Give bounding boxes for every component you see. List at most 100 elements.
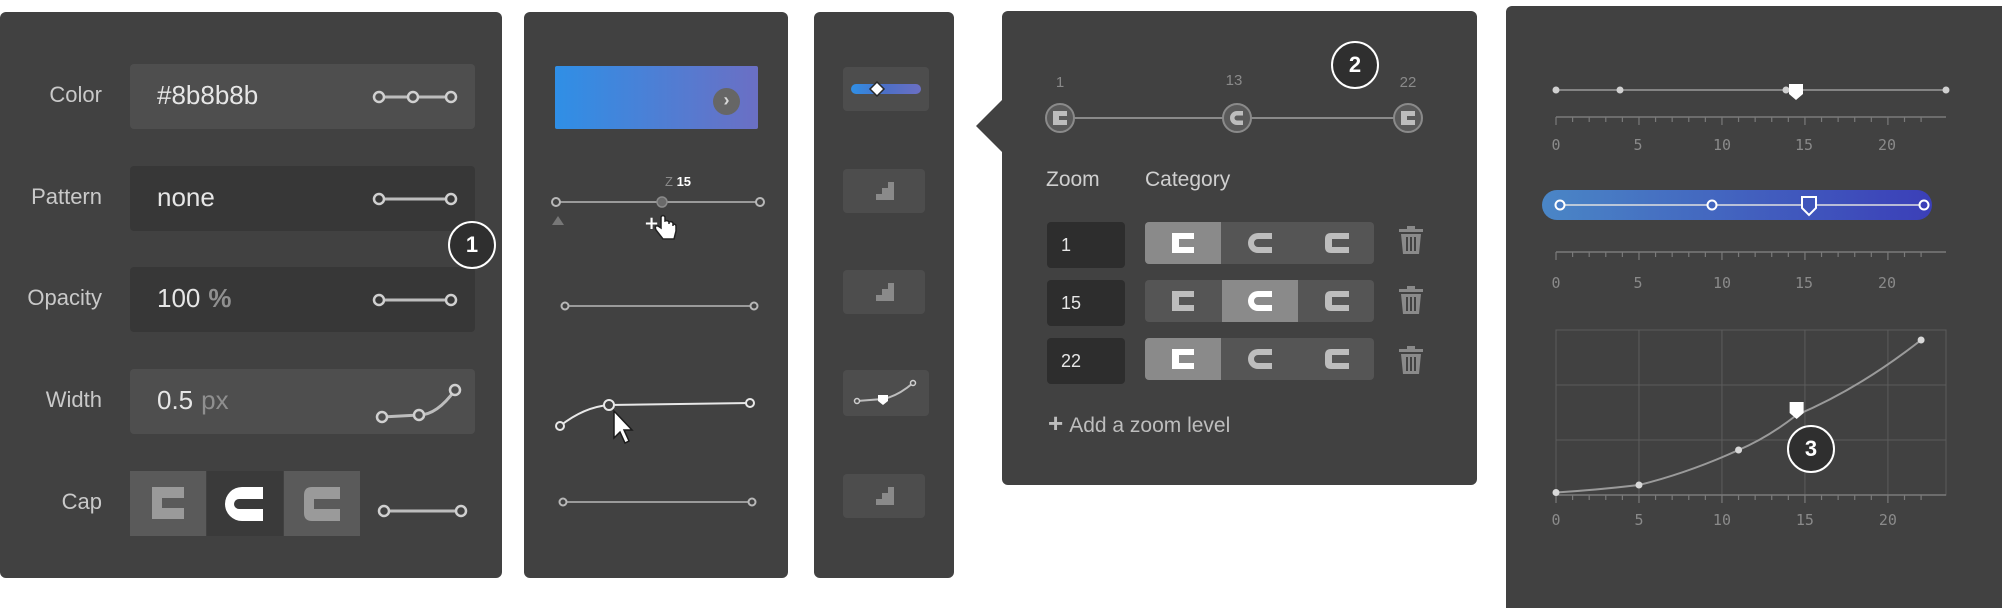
cap-square-option[interactable] (1299, 222, 1374, 264)
stop-label: 22 (1400, 74, 1417, 91)
cap-round-option[interactable] (207, 471, 283, 536)
callout-badge-1: 1 (448, 221, 496, 269)
gradient-stops-slider[interactable]: 0 5 10 15 20 (1546, 190, 1966, 300)
tick-label: 15 (1795, 274, 1813, 292)
zoom-function-toggle-icon[interactable] (370, 190, 460, 208)
cap-round-option[interactable] (1222, 338, 1298, 380)
tick-marks (1555, 252, 1922, 260)
cap-square-option[interactable] (284, 471, 360, 536)
tick-label: 5 (1634, 511, 1643, 529)
round-cap-icon (1248, 233, 1272, 253)
multi-stop-toggle-icon[interactable] (370, 88, 460, 106)
opacity-label: Opacity (27, 285, 102, 310)
cap-category-control (1145, 280, 1374, 322)
cap-slider[interactable] (558, 496, 759, 508)
gradient-stop-button[interactable] (843, 67, 929, 111)
steps-icon (876, 182, 894, 200)
cap-square-option[interactable] (1299, 280, 1374, 322)
cap-round-option[interactable] (1222, 280, 1298, 322)
pattern-value: none (157, 182, 215, 212)
zoom-stops-timeline[interactable]: 1 13 22 (1042, 72, 1442, 153)
chart-point[interactable] (1635, 481, 1643, 489)
square-cap-icon (1325, 233, 1349, 253)
plus-icon: + (1048, 408, 1064, 438)
round-cap-icon (1248, 349, 1272, 369)
tick-label: 10 (1713, 136, 1731, 154)
zoom-stop-slider[interactable]: + (551, 195, 765, 255)
cap-butt-option[interactable] (130, 471, 206, 536)
curve-function-button[interactable] (843, 370, 929, 416)
pattern-field[interactable]: none (130, 166, 475, 231)
butt-cap-icon (1172, 291, 1194, 311)
zoom-tooltip-value: 15 (676, 174, 692, 189)
stop-marker[interactable] (1045, 103, 1075, 133)
zoom-stops-slider[interactable]: 0 5 10 15 20 (1546, 70, 1966, 160)
cap-butt-option[interactable] (1145, 280, 1221, 322)
stop-marker[interactable] (1222, 103, 1252, 133)
cap-label: Cap (61, 489, 102, 514)
width-field[interactable]: 0.5 px (130, 369, 475, 434)
chart-handle[interactable] (1789, 402, 1804, 419)
width-curve-editor[interactable] (554, 387, 764, 447)
gradient-preview[interactable]: › (555, 66, 758, 129)
opacity-value-wrap: 100% (157, 283, 232, 314)
tick-label: 0 (1551, 136, 1560, 154)
cap-square-option[interactable] (1299, 338, 1374, 380)
tick-label: 10 (1713, 511, 1731, 529)
zoom-function-toggle-icon[interactable] (370, 291, 460, 309)
width-unit: px (201, 385, 229, 415)
zoom-input[interactable]: 22 (1047, 338, 1125, 384)
opacity-slider[interactable] (560, 300, 761, 312)
stop-label: 13 (1226, 72, 1243, 89)
zoom-column-header: Zoom (1046, 168, 1100, 191)
width-label: Width (45, 387, 102, 412)
tick-label: 20 (1878, 274, 1896, 292)
callout-badge-3: 3 (1787, 425, 1835, 473)
stop-marker[interactable] (1393, 103, 1423, 133)
step-function-button[interactable] (843, 169, 925, 213)
chart-points (1552, 336, 1925, 496)
tick-label: 15 (1796, 511, 1814, 529)
cap-round-option[interactable] (1222, 222, 1298, 264)
trash-icon[interactable] (1399, 346, 1423, 374)
cap-butt-option[interactable] (1145, 222, 1221, 264)
butt-cap-icon (1172, 233, 1194, 253)
trash-icon[interactable] (1399, 286, 1423, 314)
tick-label: 5 (1633, 136, 1642, 154)
tick-label: 20 (1878, 136, 1896, 154)
opacity-field[interactable]: 100% (130, 267, 475, 332)
step-function-button[interactable] (843, 474, 925, 518)
curve-function-toggle-icon[interactable] (375, 381, 465, 425)
zoom-function-graph-panel: 0 5 10 15 20 0 5 10 15 20 0 5 10 15 20 (1506, 6, 2002, 608)
steps-icon (876, 487, 894, 505)
tick-label: 0 (1551, 511, 1560, 529)
color-field[interactable]: #8b8b8b (130, 64, 475, 129)
zoom-input[interactable]: 15 (1047, 280, 1125, 326)
cap-butt-option[interactable] (1145, 338, 1221, 380)
color-label: Color (49, 82, 102, 107)
square-cap-icon (1325, 349, 1349, 369)
trash-icon[interactable] (1399, 226, 1423, 254)
zoom-tooltip-prefix: Z (665, 174, 673, 189)
zoom-input-value: 1 (1061, 235, 1072, 255)
color-value: #8b8b8b (157, 80, 259, 110)
zoom-function-toggle-icon[interactable] (375, 502, 470, 520)
zoom-input[interactable]: 1 (1047, 222, 1125, 268)
opacity-unit: % (208, 283, 232, 313)
step-function-button[interactable] (843, 270, 925, 314)
width-value: 0.5 (157, 385, 194, 415)
add-zoom-level-button[interactable]: + Add a zoom level (1048, 408, 1230, 439)
cap-category-control (1145, 338, 1374, 380)
preview-controls-panel: › Z 15 + (524, 12, 788, 578)
tick-label: 0 (1551, 274, 1560, 292)
popover-arrow (976, 100, 1002, 152)
butt-cap-icon (152, 487, 184, 519)
chart-point[interactable] (1735, 446, 1743, 454)
zoom-curve-chart[interactable]: 0 5 10 15 20 (1546, 320, 1966, 529)
cap-category-control (1145, 222, 1374, 264)
chevron-right-icon[interactable]: › (713, 88, 740, 115)
zoom-input-value: 15 (1061, 293, 1082, 313)
zoom-tooltip: Z 15 (665, 174, 691, 189)
chart-point[interactable] (1917, 336, 1925, 344)
chart-point[interactable] (1552, 489, 1560, 496)
